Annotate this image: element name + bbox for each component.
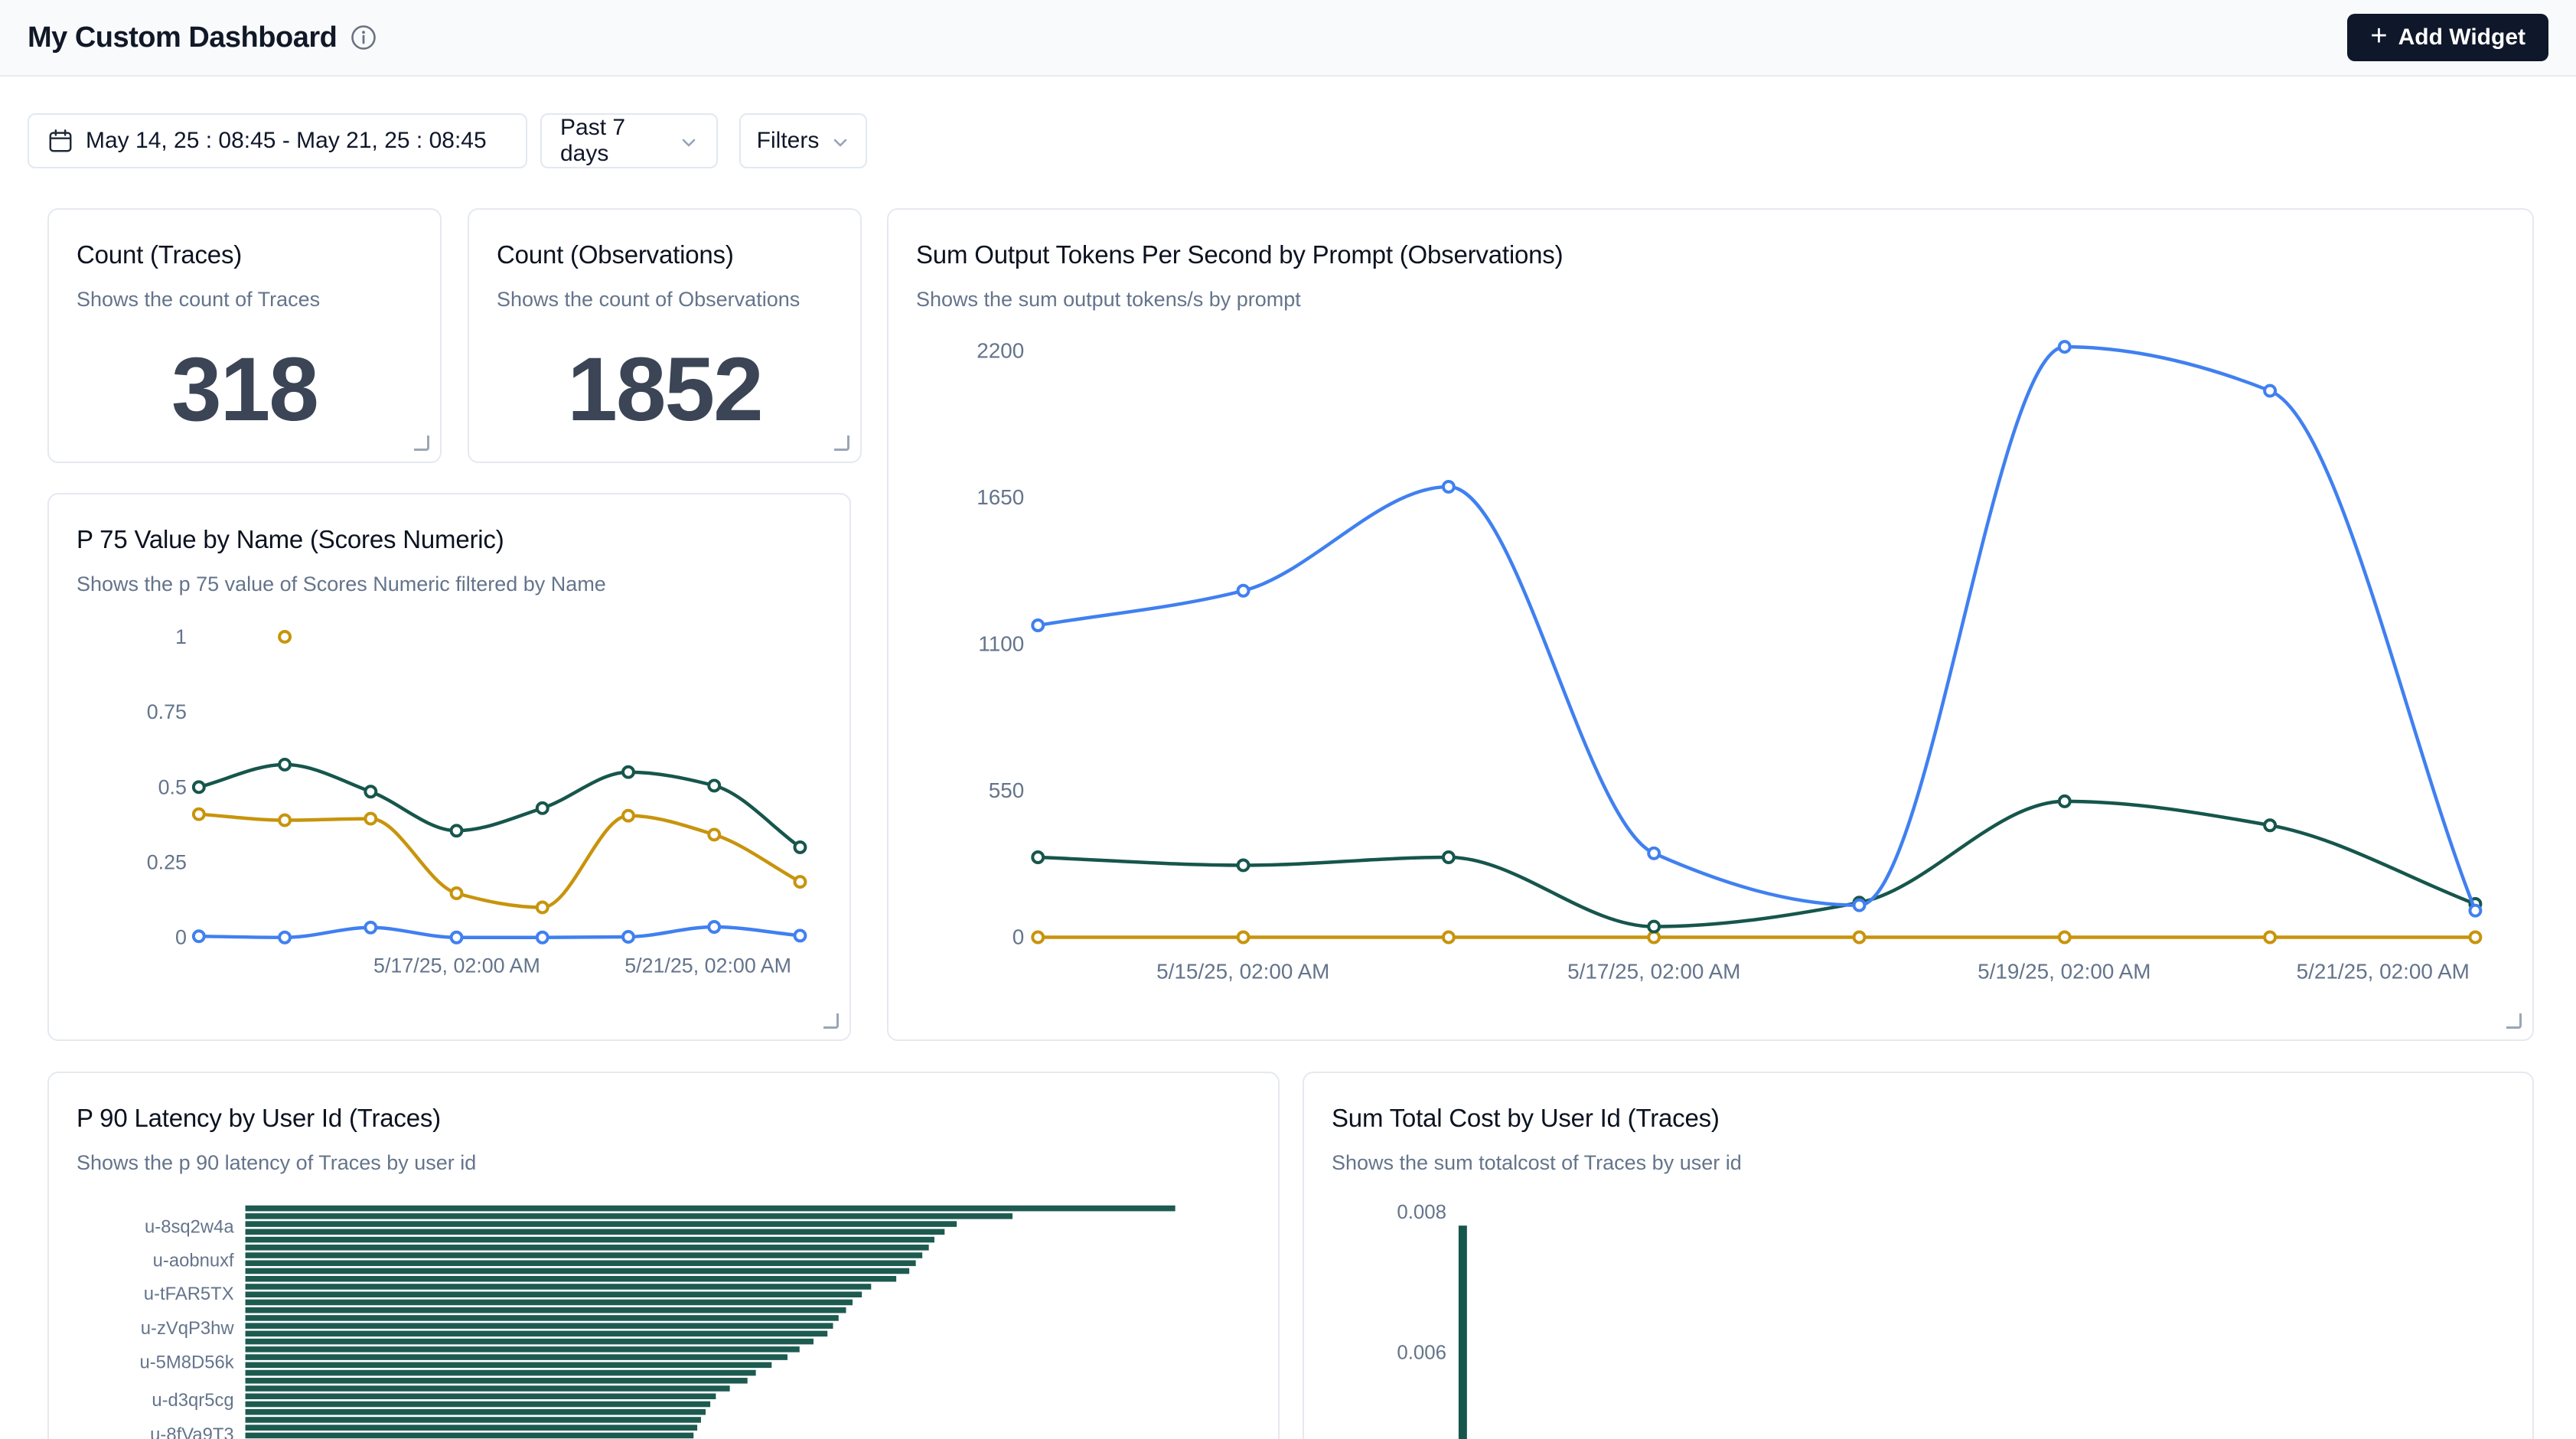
svg-text:u-8sq2w4a: u-8sq2w4a	[145, 1217, 234, 1238]
svg-text:0.25: 0.25	[147, 851, 187, 874]
date-range-value: May 14, 25 : 08:45 - May 21, 25 : 08:45	[86, 128, 487, 154]
chevron-down-icon	[831, 132, 849, 150]
tokens-line-chart-canvas: 2200 1650 1100 550 0 5/15/25, 02:00 AM 5/17/25…	[889, 210, 2532, 1039]
plus-icon: +	[2370, 21, 2387, 51]
dashboard-page: My Custom Dashboard + Add Widget	[0, 0, 2576, 1439]
widget-title: Sum Total Cost by User Id (Traces)	[1304, 1073, 2532, 1133]
svg-text:550: 550	[989, 778, 1025, 802]
count-traces-value: 318	[171, 338, 318, 442]
filters-label: Filters	[757, 128, 820, 154]
count-observations-value: 1852	[567, 338, 762, 442]
svg-text:u-tFAR5TX: u-tFAR5TX	[144, 1284, 234, 1304]
svg-text:5/17/25, 02:00 AM: 5/17/25, 02:00 AM	[1567, 959, 1740, 983]
svg-text:u-5M8D56k: u-5M8D56k	[139, 1352, 233, 1372]
widget-title: P 90 Latency by User Id (Traces)	[49, 1073, 1278, 1133]
widget-subtitle: Shows the count of Traces	[49, 269, 440, 312]
widget-cost-chart: Sum Total Cost by User Id (Traces) Shows…	[1303, 1072, 2534, 1439]
widget-title: Count (Traces)	[49, 210, 440, 269]
svg-text:1100: 1100	[978, 631, 1024, 655]
svg-text:0.75: 0.75	[147, 700, 187, 723]
svg-text:u-aobnuxf: u-aobnuxf	[153, 1250, 234, 1271]
widget-subtitle: Shows the count of Observations	[469, 269, 860, 312]
svg-text:5/19/25, 02:00 AM: 5/19/25, 02:00 AM	[1978, 959, 2150, 983]
widget-subtitle: Shows the sum totalcost of Traces by use…	[1304, 1133, 2532, 1175]
widget-p90-chart: P 90 Latency by User Id (Traces) Shows t…	[47, 1072, 1280, 1439]
svg-text:1650: 1650	[977, 485, 1024, 509]
svg-text:5/21/25, 02:00 AM: 5/21/25, 02:00 AM	[2297, 959, 2470, 983]
svg-text:0.006: 0.006	[1397, 1343, 1446, 1364]
date-range-picker[interactable]: May 14, 25 : 08:45 - May 21, 25 : 08:45	[28, 113, 527, 168]
page-title: My Custom Dashboard	[28, 21, 337, 54]
svg-text:5/15/25, 02:00 AM: 5/15/25, 02:00 AM	[1156, 959, 1329, 983]
widget-subtitle: Shows the sum output tokens/s by prompt	[889, 269, 2532, 312]
resize-handle-icon[interactable]	[823, 1013, 839, 1029]
add-widget-button[interactable]: + Add Widget	[2347, 14, 2548, 61]
widget-tokens-chart: Sum Output Tokens Per Second by Prompt (…	[887, 208, 2534, 1041]
svg-text:1: 1	[175, 625, 187, 648]
chevron-down-icon	[680, 132, 698, 150]
svg-text:5/17/25, 02:00 AM: 5/17/25, 02:00 AM	[373, 954, 540, 977]
widget-count-observations: Count (Observations) Shows the count of …	[468, 208, 862, 463]
widget-subtitle: Shows the p 90 latency of Traces by user…	[49, 1133, 1278, 1175]
svg-text:2200: 2200	[977, 338, 1024, 362]
time-preset-select[interactable]: Past 7 days	[540, 113, 718, 168]
widget-subtitle: Shows the p 75 value of Scores Numeric f…	[49, 554, 849, 596]
widget-count-traces: Count (Traces) Shows the count of Traces…	[47, 208, 442, 463]
time-preset-value: Past 7 days	[560, 115, 667, 167]
widget-title: Sum Output Tokens Per Second by Prompt (…	[889, 210, 2532, 269]
resize-handle-icon[interactable]	[2506, 1013, 2522, 1029]
svg-text:u-d3qr5cg: u-d3qr5cg	[152, 1390, 233, 1411]
filters-dropdown[interactable]: Filters	[739, 113, 867, 168]
calendar-icon	[47, 128, 73, 154]
add-widget-label: Add Widget	[2398, 24, 2525, 51]
svg-text:0: 0	[175, 926, 187, 949]
widget-title: Count (Observations)	[469, 210, 860, 269]
widget-p75-chart: P 75 Value by Name (Scores Numeric) Show…	[47, 493, 851, 1041]
svg-text:0.5: 0.5	[158, 775, 187, 798]
info-icon[interactable]	[351, 24, 377, 51]
svg-text:u-8fVa9T3: u-8fVa9T3	[150, 1424, 233, 1439]
resize-handle-icon[interactable]	[414, 436, 429, 451]
resize-handle-icon[interactable]	[834, 436, 849, 451]
svg-text:u-zVqP3hw: u-zVqP3hw	[141, 1318, 235, 1339]
widget-title: P 75 Value by Name (Scores Numeric)	[49, 494, 849, 554]
page-header: My Custom Dashboard + Add Widget	[0, 0, 2576, 77]
svg-text:0.008: 0.008	[1397, 1202, 1446, 1223]
svg-text:5/21/25, 02:00 AM: 5/21/25, 02:00 AM	[624, 954, 791, 977]
svg-text:0: 0	[1012, 925, 1025, 948]
